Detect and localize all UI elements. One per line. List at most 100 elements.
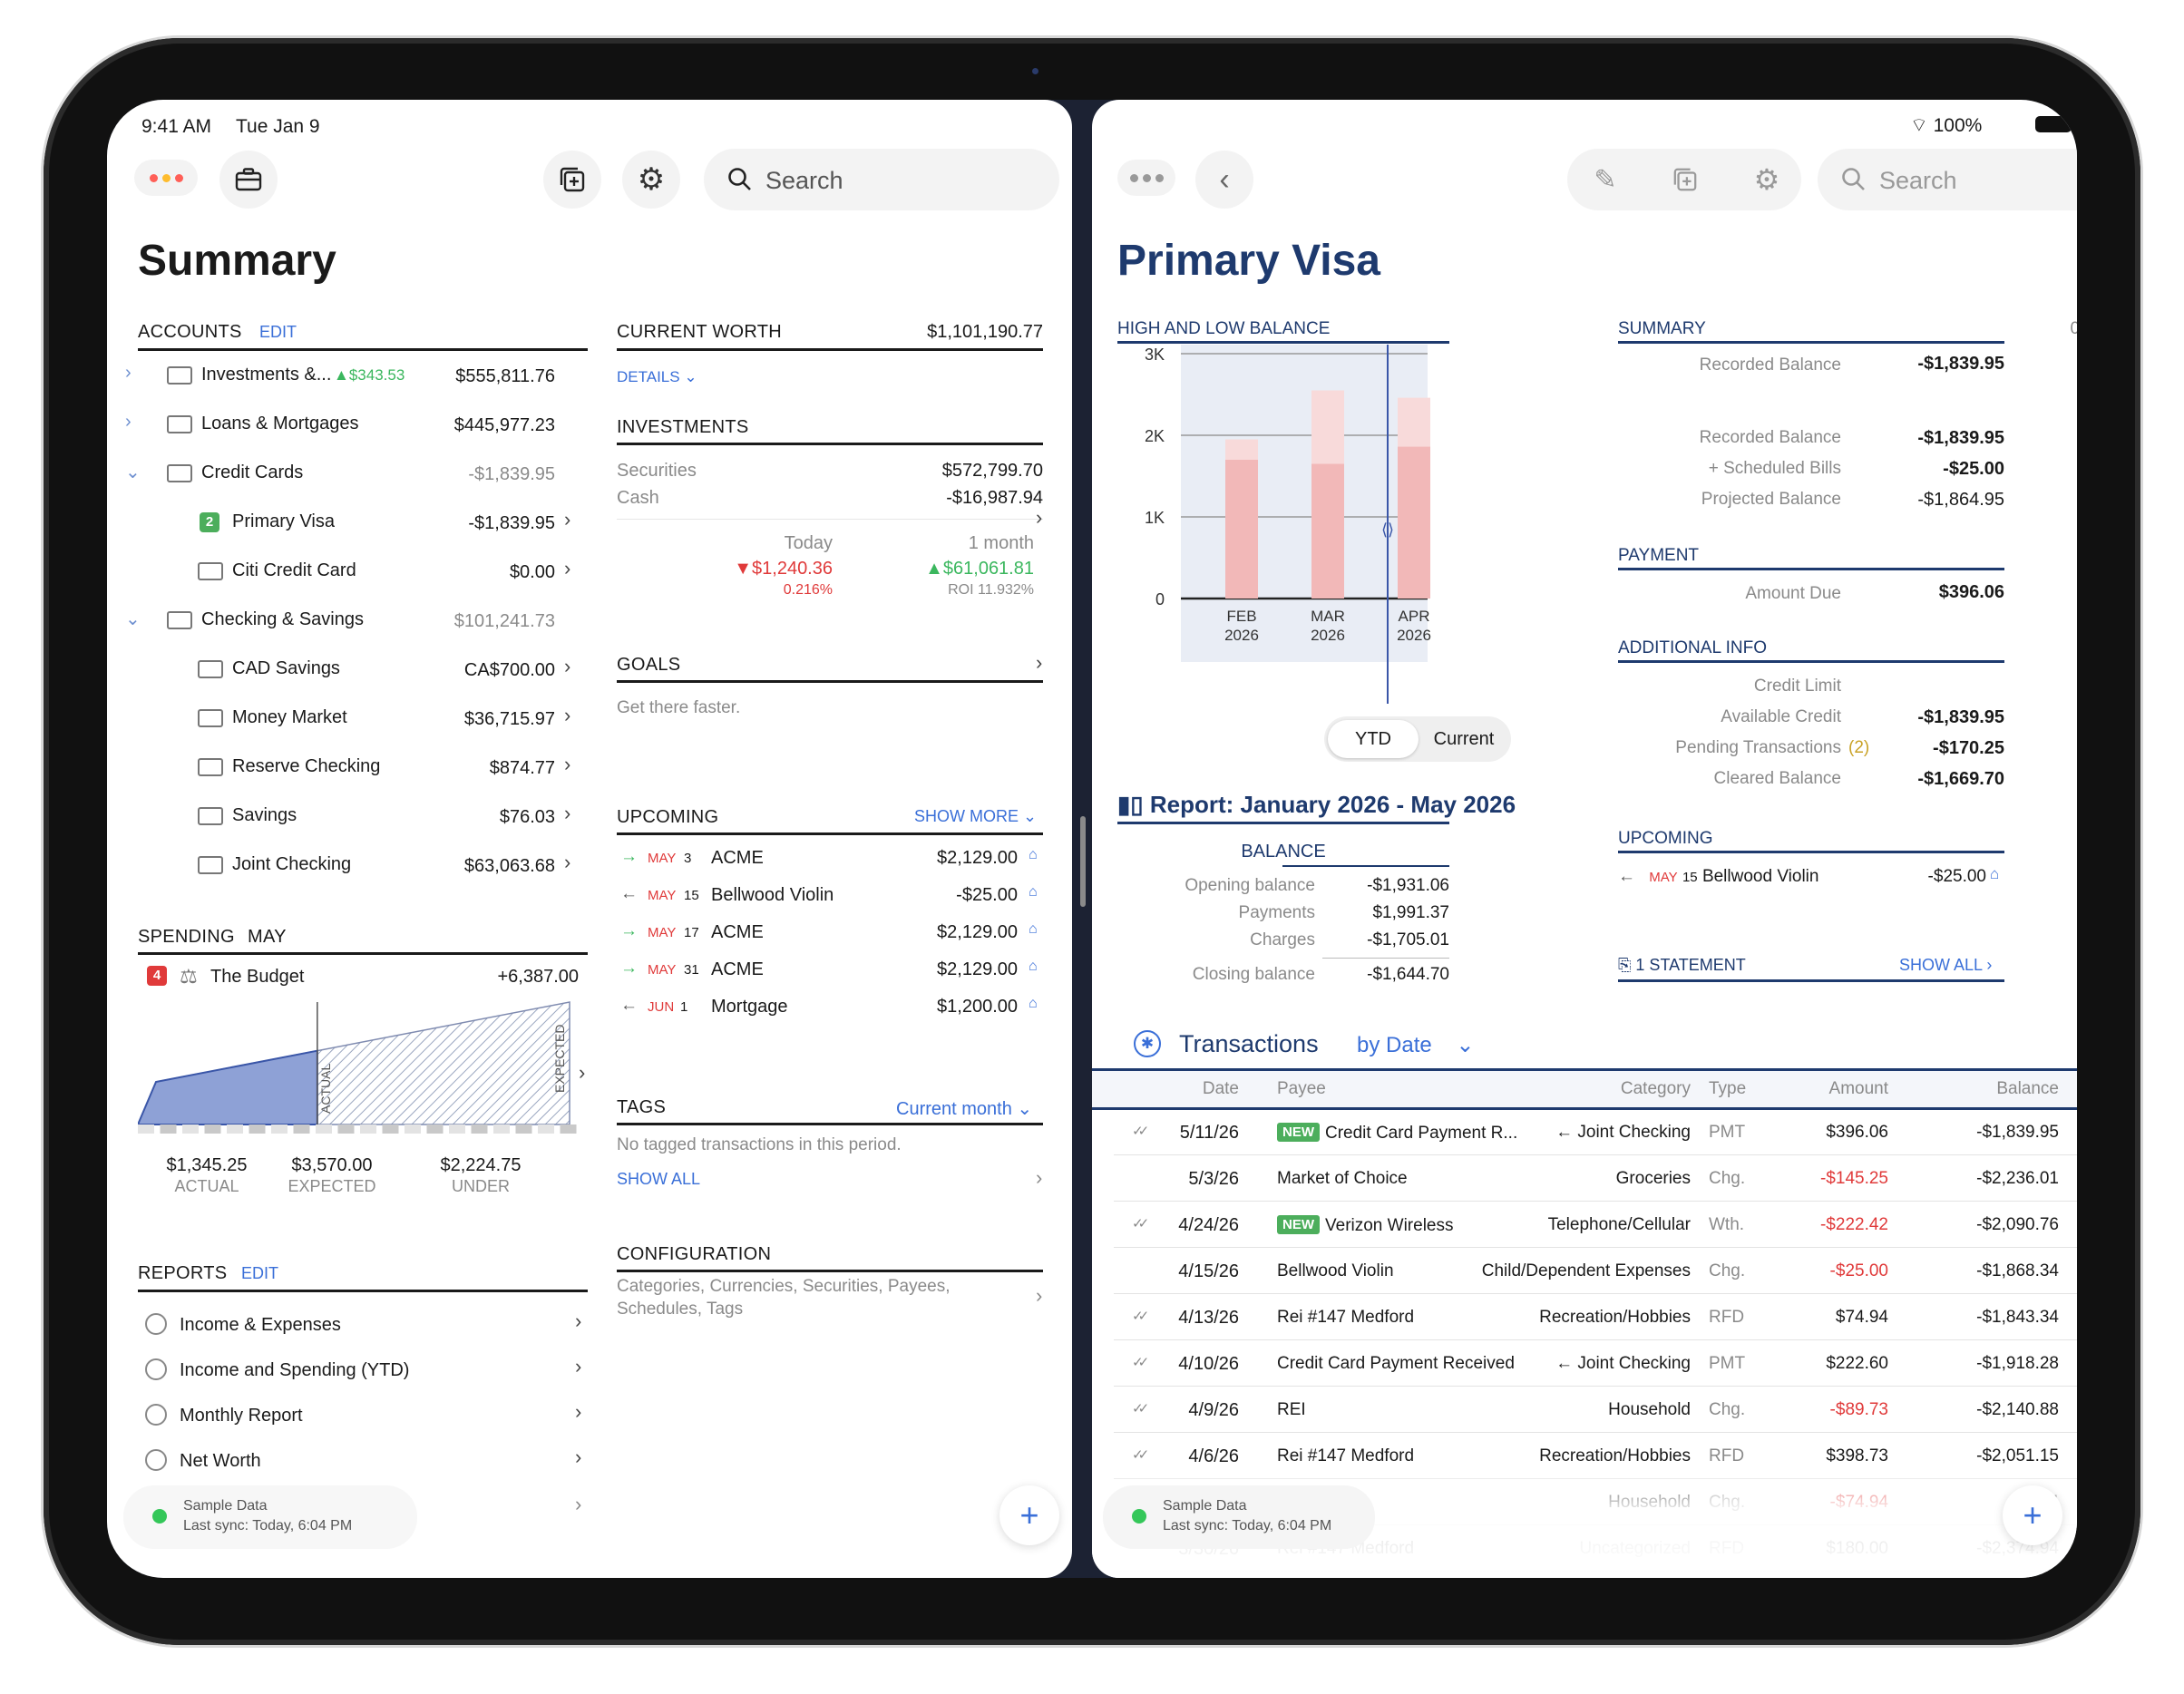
reconcile-icon[interactable]: ✱ [1134, 1030, 1161, 1057]
account-row[interactable]: Joint Checking $63,063.68 › [125, 843, 588, 889]
tags-show-all[interactable]: SHOW ALL [617, 1170, 700, 1189]
edit-icon[interactable]: ✎ [1580, 154, 1631, 205]
configuration-subtitle[interactable]: Categories, Currencies, Securities, Paye… [617, 1275, 1016, 1320]
account-row[interactable]: ⌄ Credit Cards -$1,839.95 [125, 452, 588, 497]
balance-chart[interactable]: 3K2K1K0FEB2026MAR2026APR2026MAY2026⟨⟩ [1117, 345, 1449, 704]
chevron-right-icon[interactable]: › [579, 1061, 585, 1085]
chevron-down-icon[interactable]: ⌄ [125, 461, 141, 483]
table-row[interactable]: ✓✓ 4/13/26 Rei #147 Medford Recreation/Hobb… [1092, 1295, 2077, 1340]
goals-header[interactable]: GOALS [617, 655, 680, 676]
table-row[interactable]: ✓✓ 5/11/26 NEW Credit Card Payment R... ← Jo… [1092, 1110, 2077, 1155]
cleared-check-icon[interactable]: ✓✓ [1132, 1123, 1149, 1139]
upcoming-item[interactable]: → MAY 31 ACME $2,129.00 ⌂ [617, 955, 1043, 989]
new-window-button[interactable] [1660, 154, 1711, 205]
chevron-right-icon[interactable]: › [564, 802, 570, 825]
chevron-right-icon[interactable]: › [1036, 1284, 1042, 1308]
sync-status[interactable]: Sample Data Last sync: Today, 6:04 PM [123, 1485, 417, 1549]
chevron-down-icon[interactable]: ⌄ [125, 608, 141, 630]
chevron-right-icon[interactable]: › [564, 508, 570, 531]
piggy-bank-icon [198, 807, 223, 825]
account-row[interactable]: ⌄ Checking & Savings $101,241.73 [125, 599, 588, 644]
cleared-check-icon[interactable]: ✓✓ [1132, 1400, 1149, 1417]
chevron-right-icon[interactable]: › [575, 1309, 581, 1333]
settings-button[interactable]: ⚙ [622, 151, 680, 209]
chevron-right-icon[interactable]: › [125, 363, 132, 384]
new-window-button[interactable] [543, 151, 601, 209]
balance-value: -$1,705.01 [1367, 930, 1449, 949]
y-tick-label: 0 [1155, 590, 1165, 608]
table-row[interactable]: ✓✓ 4/24/26 NEW Verizon Wireless Telephone/Ce… [1092, 1202, 2077, 1248]
cleared-check-icon[interactable]: ✓✓ [1132, 1354, 1149, 1370]
briefcase-button[interactable] [219, 151, 278, 209]
spending-chart[interactable]: ACTUAL EXPECTED [138, 998, 609, 1143]
add-transaction-button[interactable]: + [2003, 1485, 2062, 1545]
account-row[interactable]: Money Market $36,715.97 › [125, 696, 588, 742]
search-input[interactable]: Search [1818, 149, 2077, 210]
tags-filter[interactable]: Current month ⌄ [896, 1097, 1032, 1120]
statement-show-all[interactable]: SHOW ALL › [1899, 956, 1992, 975]
details-toggle[interactable]: DETAILS ⌄ [617, 368, 697, 386]
chevron-right-icon[interactable]: › [575, 1446, 581, 1469]
account-row[interactable]: Savings $76.03 › [125, 794, 588, 840]
chevron-right-icon[interactable]: › [1036, 506, 1042, 530]
cleared-check-icon[interactable]: ✓✓ [1132, 1215, 1149, 1232]
statement-link[interactable]: ⎘ 1 STATEMENT [1618, 956, 1746, 975]
chevron-right-icon[interactable]: › [575, 1355, 581, 1378]
tx-payee: Rei #147 Medford [1277, 1308, 1415, 1327]
account-row[interactable]: 2 Primary Visa -$1,839.95 › [125, 501, 588, 546]
upcoming-item[interactable]: → MAY 17 ACME $2,129.00 ⌂ [617, 918, 1043, 952]
chevron-right-icon[interactable]: › [1036, 651, 1042, 675]
tx-date: 4/10/26 [1178, 1354, 1239, 1374]
account-row[interactable]: › Loans & Mortgages $445,977.23 [125, 403, 588, 448]
week-tick [382, 1124, 399, 1134]
search-input[interactable]: Search [704, 149, 1059, 210]
chevron-right-icon[interactable]: › [564, 704, 570, 727]
back-button[interactable]: ‹ [1195, 151, 1253, 209]
account-row[interactable]: Reserve Checking $874.77 › [125, 745, 588, 791]
summary-value: -$25.00 [1943, 459, 2004, 479]
chevron-right-icon[interactable]: › [1036, 1166, 1042, 1190]
sort-selector[interactable]: by Date ⌄ [1357, 1032, 1475, 1058]
show-more-link[interactable]: SHOW MORE ⌄ [914, 807, 1037, 826]
table-row[interactable]: ✓✓ 4/9/26 REI Household Chg. -$89.73 -$2,140.8… [1092, 1387, 2077, 1433]
chevron-right-icon[interactable]: › [564, 557, 570, 580]
chevron-right-icon[interactable]: › [575, 1400, 581, 1424]
reports-edit-link[interactable]: EDIT [241, 1264, 278, 1283]
cleared-check-icon[interactable]: ✓✓ [1132, 1308, 1149, 1324]
report-item[interactable]: Income and Spending (YTD) › [138, 1353, 588, 1393]
table-row[interactable]: ✓✓ 4/10/26 Credit Card Payment Received ← J… [1092, 1341, 2077, 1387]
table-row[interactable]: 4/15/26 Bellwood Violin Child/Dependent Ex… [1092, 1249, 2077, 1294]
chevron-right-icon[interactable]: › [564, 753, 570, 776]
chevron-right-icon[interactable]: › [575, 1493, 581, 1516]
column-header: Payee [1277, 1079, 1326, 1098]
report-item[interactable]: Net Worth › [138, 1444, 588, 1484]
account-name: CAD Savings [232, 658, 340, 678]
upcoming-item[interactable]: ← MAY 15 Bellwood Violin [1618, 867, 1818, 887]
report-item[interactable]: Income & Expenses › [138, 1308, 588, 1348]
budget-label[interactable]: The Budget [210, 967, 304, 988]
split-view-divider[interactable] [1080, 816, 1086, 907]
segment-current-label[interactable]: Current [1419, 729, 1509, 750]
upcoming-item[interactable]: → MAY 3 ACME $2,129.00 ⌂ [617, 843, 1043, 878]
sync-status[interactable]: Sample Data Last sync: Today, 6:04 PM [1103, 1485, 1375, 1549]
window-menu-button[interactable] [1117, 160, 1175, 196]
add-button[interactable]: + [999, 1485, 1059, 1545]
upcoming-item[interactable]: ← MAY 15 Bellwood Violin -$25.00 ⌂ [617, 881, 1043, 915]
chevron-right-icon[interactable]: › [564, 655, 570, 678]
account-value: $0.00 [509, 562, 555, 582]
upcoming-item[interactable]: ← JUN 1 Mortgage $1,200.00 ⌂ [617, 992, 1043, 1027]
spending-stat-label: UNDER [451, 1177, 510, 1195]
accounts-edit-link[interactable]: EDIT [259, 323, 297, 342]
account-row[interactable]: Citi Credit Card $0.00 › [125, 550, 588, 595]
gear-icon[interactable]: ⚙ [1741, 154, 1792, 205]
window-menu-button[interactable] [134, 160, 198, 196]
chevron-right-icon[interactable]: › [564, 851, 570, 874]
row-divider [1114, 1386, 2077, 1387]
account-row[interactable]: CAD Savings CA$700.00 › [125, 647, 588, 693]
chevron-right-icon[interactable]: › [125, 412, 132, 433]
table-row[interactable]: 5/3/26 Market of Choice Groceries Chg. -$145… [1092, 1156, 2077, 1202]
account-row[interactable]: › Investments &... ▲$343.53 $555,811.76 [125, 354, 588, 399]
report-item[interactable]: Monthly Report › [138, 1398, 588, 1438]
report-title-link[interactable]: ▮▯ Report: January 2026 - May 2026 [1117, 791, 1516, 819]
page-title: Primary Visa [1117, 237, 1380, 285]
